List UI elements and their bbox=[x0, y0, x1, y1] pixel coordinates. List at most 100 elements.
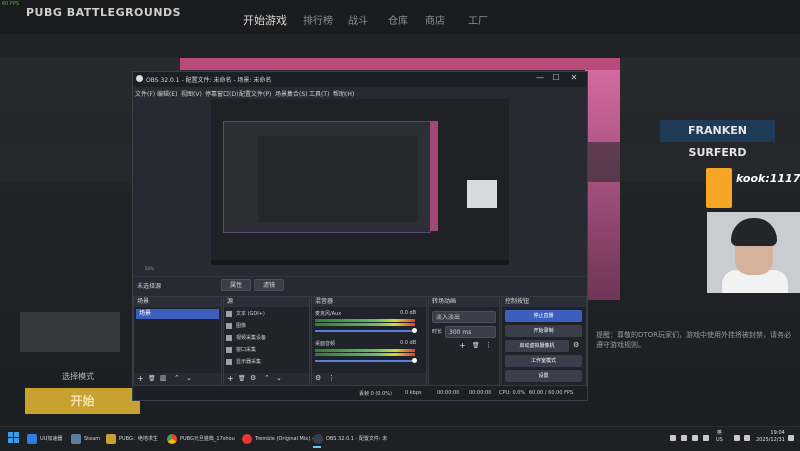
windows-start-icon[interactable] bbox=[8, 432, 20, 444]
recording-time: 00:00:00 bbox=[469, 390, 492, 396]
taskbar-app-obs[interactable]: OBS 32.0.1 - 配置文件: 未 bbox=[313, 430, 387, 448]
menu-help[interactable]: 帮助(H) bbox=[333, 89, 354, 98]
obs-title-bar[interactable]: OBS 32.0.1 - 配置文件: 未命名 - 场景: 未命名 — ☐ ✕ bbox=[133, 72, 587, 87]
tray-app-icon[interactable] bbox=[703, 435, 709, 441]
start-recording-button[interactable]: 开始录制 bbox=[505, 325, 582, 337]
filter-icon[interactable]: ▥ bbox=[160, 374, 167, 382]
close-button[interactable]: ✕ bbox=[567, 73, 581, 82]
menu-edit[interactable]: 编辑(E) bbox=[157, 89, 177, 98]
source-toolbar bbox=[133, 276, 587, 297]
play-button[interactable]: 开始 bbox=[25, 388, 140, 414]
virtual-camera-settings-icon[interactable]: ⚙ bbox=[573, 341, 579, 349]
tray-app-icon[interactable] bbox=[681, 435, 687, 441]
menu-tools[interactable]: 工具(T) bbox=[309, 89, 329, 98]
nav-play[interactable]: 开始游戏 bbox=[243, 12, 287, 28]
event-banner[interactable]: FRANKEN SURFERD bbox=[660, 120, 775, 159]
source-name: 文本 (GDI+) bbox=[236, 311, 265, 317]
taskbar-app-label: OBS 32.0.1 - 配置文件: 未 bbox=[326, 436, 388, 442]
duration-input[interactable]: 300 ms bbox=[445, 326, 496, 338]
taskbar-app-label: Tremble (Original Mix) - bbox=[255, 436, 314, 442]
virtual-camera-button[interactable]: 启动虚拟摄像机 bbox=[505, 340, 569, 352]
volume-meter bbox=[315, 349, 415, 352]
preview-pink-edge bbox=[430, 121, 438, 231]
source-item[interactable]: 显示器采集 bbox=[226, 356, 306, 368]
steam-icon bbox=[71, 433, 81, 444]
uu-icon bbox=[27, 433, 37, 444]
dropped-frames: 丢帧 0 (0.0%) bbox=[359, 391, 392, 397]
taskbar-app-label: Steam bbox=[84, 436, 101, 442]
volume-slider-handle[interactable] bbox=[412, 328, 417, 333]
obs-menu-bar: 文件(F) 编辑(E) 视图(V) 停靠窗口(D) 配置文件(P) 场景集合(S… bbox=[133, 87, 587, 99]
nav-item[interactable]: 工厂 bbox=[468, 12, 488, 27]
source-item[interactable]: 窗口采集 bbox=[226, 344, 306, 356]
taskbar-app-uu[interactable]: UU加速器 bbox=[27, 430, 62, 448]
minimize-button[interactable]: — bbox=[533, 73, 547, 82]
clock-time: 19:04 bbox=[770, 430, 785, 436]
taskbar-app-steam[interactable]: Steam bbox=[71, 430, 100, 448]
move-up-icon[interactable]: ⌃ bbox=[174, 374, 180, 382]
move-up-icon[interactable]: ⌃ bbox=[264, 374, 270, 382]
filters-button[interactable]: 滤镜 bbox=[254, 279, 284, 291]
ime-lang: 英 bbox=[716, 430, 722, 436]
duration-label: 时长 bbox=[432, 329, 443, 335]
nav-item[interactable]: 商店 bbox=[425, 12, 445, 27]
mixer-channel-name: 麦克风/Aux bbox=[315, 311, 342, 317]
remove-scene-icon[interactable]: 🗑 bbox=[148, 375, 156, 382]
mixer-channel-level: 0.0 dB bbox=[400, 310, 417, 316]
remove-source-icon[interactable]: 🗑 bbox=[238, 375, 246, 382]
transition-menu-icon[interactable]: ⋮ bbox=[485, 341, 492, 349]
clock[interactable]: 19:04 2025/12/31 bbox=[756, 430, 785, 444]
add-scene-icon[interactable]: + bbox=[137, 374, 144, 383]
settings-icon[interactable]: ⚙ bbox=[250, 374, 256, 382]
mode-select-label[interactable]: 选择模式 bbox=[62, 371, 94, 382]
scene-list-item[interactable]: 场景 bbox=[136, 309, 219, 319]
stop-streaming-button[interactable]: 停止直播 bbox=[505, 310, 582, 322]
taskbar-app-label: PUBG元旦盛典_17shou bbox=[180, 436, 235, 442]
taskbar-app-music[interactable]: Tremble (Original Mix) - bbox=[242, 430, 314, 448]
transition-select[interactable]: 淡入淡出 bbox=[432, 311, 496, 323]
mixer-menu-icon[interactable]: ⋮ bbox=[328, 374, 335, 382]
menu-view[interactable]: 视图(V) bbox=[181, 89, 202, 98]
nav-item[interactable]: 战斗 bbox=[348, 12, 368, 27]
maximize-button[interactable]: ☐ bbox=[549, 73, 563, 82]
cpu-usage: CPU: 0.0% bbox=[499, 390, 526, 396]
mixer-channel-level: 0.0 dB bbox=[400, 340, 417, 346]
source-item[interactable]: 文本 (GDI+) bbox=[226, 308, 306, 320]
preview-webcam bbox=[467, 180, 497, 208]
add-source-icon[interactable]: + bbox=[227, 374, 234, 383]
preview-zoom[interactable]: 50% bbox=[145, 266, 154, 271]
tray-chevron-icon[interactable] bbox=[670, 435, 676, 441]
menu-profile[interactable]: 配置文件(P) bbox=[239, 89, 271, 98]
window-icon bbox=[226, 346, 232, 353]
volume-slider-handle[interactable] bbox=[412, 358, 417, 363]
source-item[interactable]: 视频采集设备 bbox=[226, 332, 306, 344]
add-transition-icon[interactable]: + bbox=[459, 341, 466, 350]
obs-status-bar: 丢帧 0 (0.0%) 0 kbps 00:00:00 00:00:00 CPU… bbox=[133, 386, 587, 400]
tray-app-icon[interactable] bbox=[692, 435, 698, 441]
nav-item[interactable]: 仓库 bbox=[388, 12, 408, 27]
menu-file[interactable]: 文件(F) bbox=[135, 89, 155, 98]
source-name: 视频采集设备 bbox=[236, 335, 267, 341]
nav-item[interactable]: 排行榜 bbox=[303, 12, 333, 27]
move-down-icon[interactable]: ⌄ bbox=[276, 374, 282, 382]
network-icon[interactable] bbox=[734, 435, 740, 441]
clock-date: 2025/12/31 bbox=[756, 437, 785, 443]
volume-icon[interactable] bbox=[744, 435, 750, 441]
taskbar-app-pubg[interactable]: PUBG：绝地求生 bbox=[106, 430, 158, 448]
input-method-indicator[interactable]: 英 US bbox=[716, 430, 723, 444]
settings-button[interactable]: 设置 bbox=[505, 370, 582, 382]
move-down-icon[interactable]: ⌄ bbox=[186, 374, 192, 382]
menu-docks[interactable]: 停靠窗口(D) bbox=[205, 89, 238, 98]
menu-scene-collection[interactable]: 场景集合(S) bbox=[275, 89, 308, 98]
properties-button[interactable]: 属性 bbox=[221, 279, 251, 291]
pubg-logo: PUBG BATTLEGROUNDS bbox=[26, 6, 182, 19]
source-item[interactable]: 图像 bbox=[226, 320, 306, 332]
taskbar-app-chrome[interactable]: PUBG元旦盛典_17shou bbox=[167, 430, 235, 448]
mixer-settings-icon[interactable]: ⚙ bbox=[315, 374, 321, 382]
studio-mode-button[interactable]: 工作室模式 bbox=[505, 355, 582, 367]
notification-icon[interactable] bbox=[788, 435, 794, 441]
volume-slider[interactable] bbox=[315, 360, 415, 362]
remove-transition-icon[interactable]: 🗑 bbox=[472, 342, 480, 349]
controls-dock: 控制按钮 停止直播 开始录制 启动虚拟摄像机 ⚙ 工作室模式 设置 bbox=[501, 296, 587, 386]
volume-slider[interactable] bbox=[315, 330, 415, 332]
